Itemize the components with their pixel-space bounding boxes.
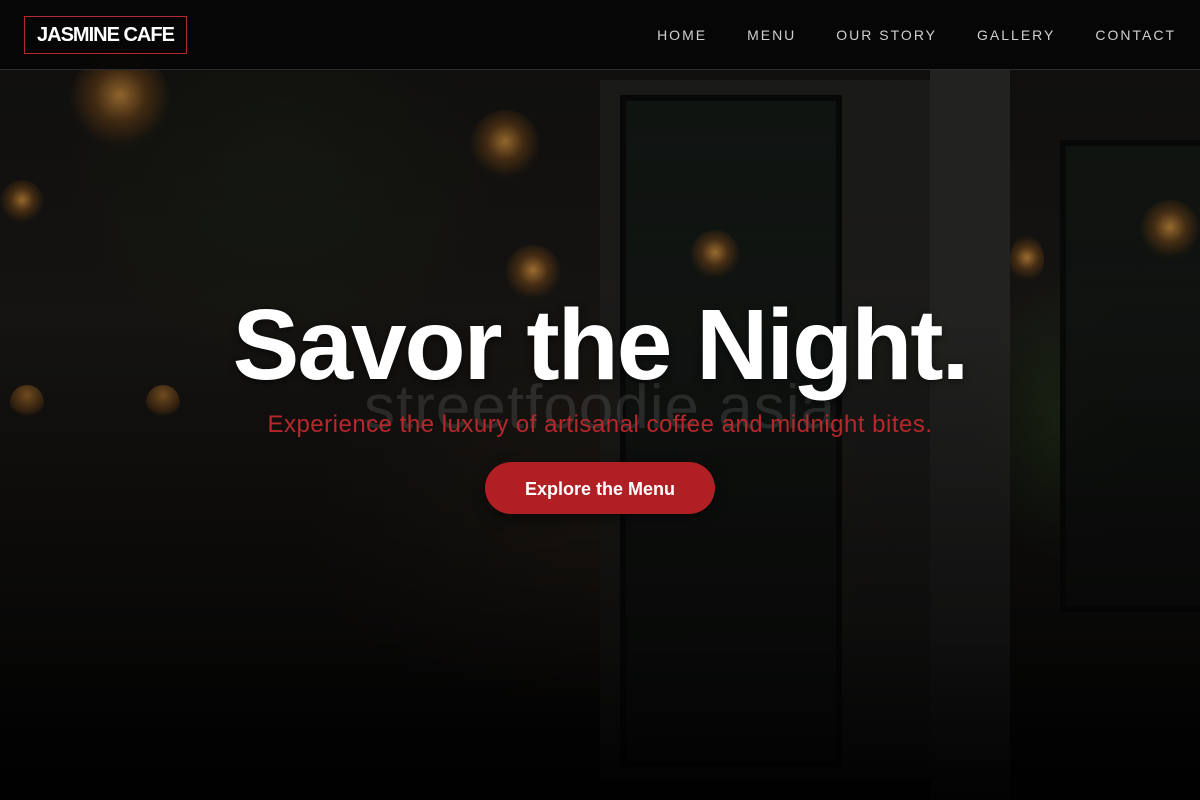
hero-section: Savor the Night. Experience the luxury o…: [0, 290, 1200, 514]
nav-link-menu[interactable]: MENU: [747, 27, 796, 43]
logo[interactable]: JASMINE CAFE: [24, 16, 187, 54]
hero-title: Savor the Night.: [232, 289, 970, 401]
hero-subtitle: Experience the luxury of artisanal coffe…: [267, 411, 933, 438]
nav-link-gallery[interactable]: GALLERY: [977, 27, 1055, 43]
nav-links: HOME MENU OUR STORY GALLERY CONTACT: [657, 0, 1176, 70]
navbar: JASMINE CAFE HOME MENU OUR STORY GALLERY…: [0, 0, 1200, 70]
nav-link-home[interactable]: HOME: [657, 27, 707, 43]
page: streetfoodie asia JASMINE CAFE HOME MENU…: [0, 0, 1200, 800]
nav-link-our-story[interactable]: OUR STORY: [836, 27, 937, 43]
explore-menu-button[interactable]: Explore the Menu: [485, 462, 715, 514]
nav-link-contact[interactable]: CONTACT: [1095, 27, 1176, 43]
